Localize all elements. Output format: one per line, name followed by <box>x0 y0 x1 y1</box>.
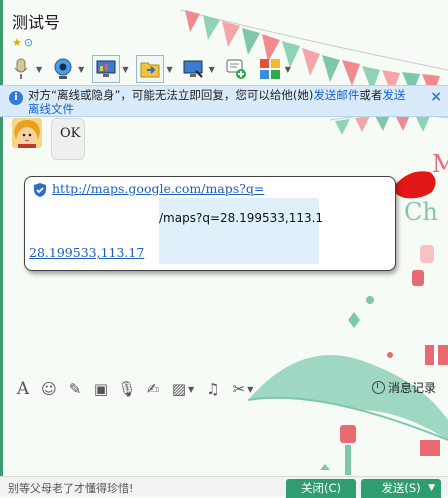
chevron-down-icon[interactable]: ▼ <box>36 65 42 74</box>
link-preview-panel <box>159 198 319 264</box>
gif-icon: ▣ <box>93 380 109 398</box>
send-file-button[interactable]: ▼ <box>136 55 173 83</box>
chevron-down-icon: ▼ <box>188 384 195 394</box>
apps-grid-icon <box>257 56 283 82</box>
close-button[interactable]: 关闭(C) <box>286 479 356 498</box>
close-button-label: 关闭(C) <box>300 481 341 495</box>
status-badges: ★ ⊙ <box>12 36 33 49</box>
chevron-down-icon[interactable]: ▼ <box>285 65 291 74</box>
send-email-link[interactable]: 发送邮件 <box>313 88 359 102</box>
video-call-button[interactable]: ▼ <box>50 56 84 82</box>
gif-button[interactable]: ▣ <box>88 378 114 400</box>
magic-wand-icon: ✎ <box>68 380 82 398</box>
font-button[interactable]: A <box>10 378 36 400</box>
message-text: OK <box>60 126 81 141</box>
send-button[interactable]: 发送(S) ▼ <box>361 479 441 498</box>
microphone-icon <box>8 56 34 82</box>
send-button-label: 发送(S) <box>381 481 421 495</box>
voice-call-button[interactable]: ▼ <box>8 56 42 82</box>
screen-share-button[interactable]: ▼ <box>181 56 215 82</box>
motto-text: 别等父母老了才懂得珍惜! <box>8 482 134 495</box>
font-icon: A <box>16 379 30 399</box>
add-chat-icon <box>223 56 249 82</box>
shield-icon <box>34 183 46 197</box>
folder-icon <box>136 55 165 83</box>
smiley-icon: ☺ <box>41 380 57 398</box>
image-button[interactable]: ▨ ▼ <box>166 378 200 400</box>
chevron-down-icon[interactable]: ▼ <box>122 65 128 74</box>
music-icon: ♫ <box>206 380 220 398</box>
edit-icon: ✍ <box>146 380 160 398</box>
message-bubble[interactable]: OK <box>51 118 85 160</box>
notice-text-or: 或者 <box>359 88 383 102</box>
music-button[interactable]: ♫ <box>200 378 226 400</box>
screenshot-button[interactable]: ✂ ▼ <box>226 378 260 400</box>
create-discussion-button[interactable] <box>223 56 249 82</box>
message-history-button[interactable]: 消息记录 <box>371 379 436 396</box>
chat-toolbar: ▼ ▼ ▼ ▼ ▼ ▼ <box>8 54 299 84</box>
input-toolbar: A ☺ ✎ ▣ 🎙 ✍ ▨ ▼ ♫ ✂ ▼ <box>10 378 260 400</box>
offline-notice-bar: i 对方“离线或隐身”，可能无法立即回复，您可以给他(她)发送邮件或者发送 离线文… <box>0 85 448 117</box>
chevron-down-icon[interactable]: ▼ <box>78 65 84 74</box>
chevron-down-icon[interactable]: ▼ <box>209 65 215 74</box>
chevron-down-icon[interactable]: ▼ <box>428 479 435 498</box>
chevron-down-icon: ▼ <box>247 384 254 394</box>
decor-letter-m: M <box>432 150 448 178</box>
avatar[interactable] <box>12 118 42 148</box>
apps-button[interactable]: ▼ <box>257 56 291 82</box>
edit-button[interactable]: ✍ <box>140 378 166 400</box>
image-icon: ▨ <box>171 380 187 398</box>
decor-letters-ch: Ch <box>404 198 438 226</box>
message-history-label: 消息记录 <box>387 381 436 395</box>
map-link-continued[interactable]: 28.199533,113.17 <box>29 245 144 260</box>
clock-icon <box>371 381 385 394</box>
microphone-small-icon: 🎙 <box>117 380 137 398</box>
emoji-button[interactable]: ☺ <box>36 378 62 400</box>
webcam-icon <box>50 56 76 82</box>
link-preview-text: /maps?q=28.199533,113.1 <box>159 211 324 225</box>
remote-desktop-button[interactable]: ▼ <box>92 55 128 83</box>
voice-message-button[interactable]: 🎙 <box>114 378 140 400</box>
window-title: 测试号 <box>12 13 61 32</box>
chevron-down-icon[interactable]: ▼ <box>166 65 172 74</box>
notice-text: 对方“离线或隐身”，可能无法立即回复，您可以给他(她) <box>28 88 314 102</box>
star-icon: ★ <box>12 36 22 49</box>
qq-status-icon: ⊙ <box>23 36 34 49</box>
close-icon[interactable]: × <box>430 90 442 104</box>
footer-bar: 别等父母老了才懂得珍惜! 关闭(C) 发送(S) ▼ <box>0 476 448 498</box>
link-message-card[interactable]: http://maps.google.com/maps?q= /maps?q=2… <box>24 176 396 271</box>
scissors-icon: ✂ <box>232 380 246 398</box>
shake-button[interactable]: ✎ <box>62 378 88 400</box>
monitor-icon <box>92 55 121 83</box>
info-icon: i <box>9 91 23 105</box>
screen-share-icon <box>181 56 207 82</box>
map-link[interactable]: http://maps.google.com/maps?q= <box>52 181 264 196</box>
